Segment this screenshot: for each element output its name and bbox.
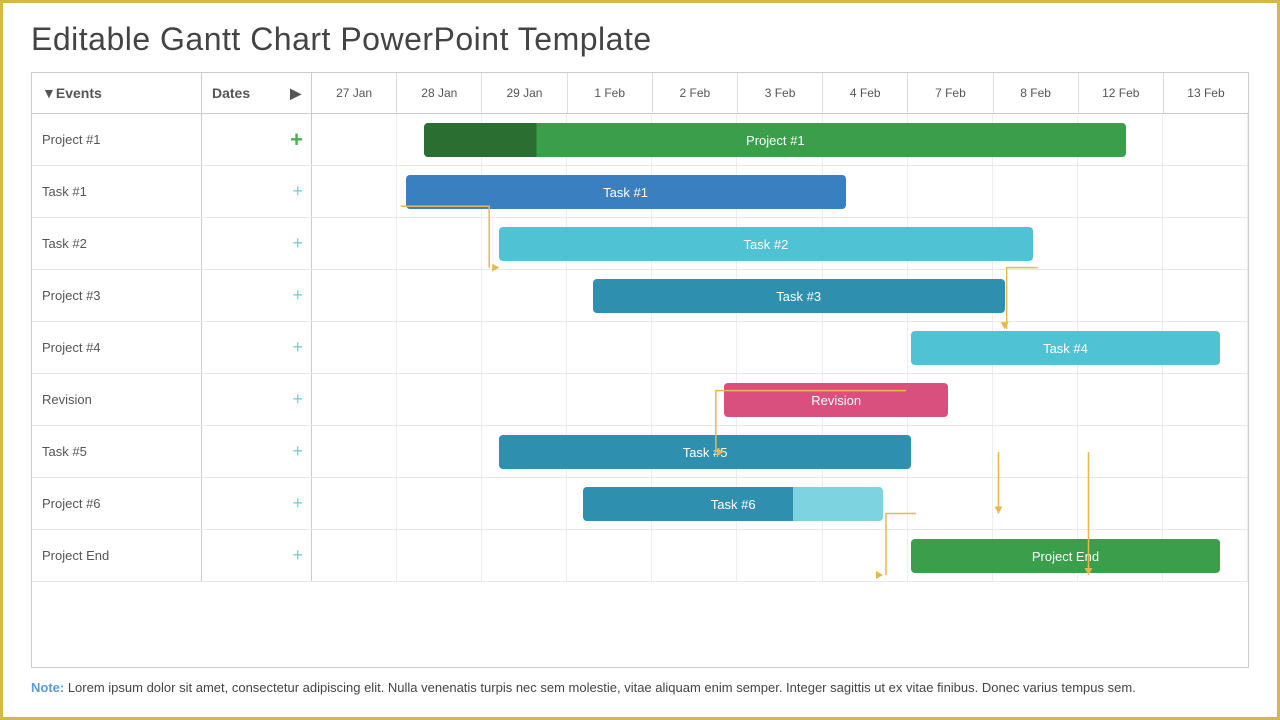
chevron-right-icon: ▶ — [290, 85, 301, 102]
gantt-row: Task #5 + Task #5 — [32, 426, 1248, 478]
gantt-row: Project #6 + Task #6 — [32, 478, 1248, 530]
add-task-button[interactable]: + — [292, 389, 303, 410]
row-event-label: Revision — [32, 374, 202, 425]
row-dates-cell[interactable]: + — [202, 322, 312, 373]
timeline-row: Project End — [312, 530, 1248, 581]
gantt-row: Task #1 + Task #1 — [32, 166, 1248, 218]
add-task-button[interactable]: + — [292, 441, 303, 462]
note-section: Note: Lorem ipsum dolor sit amet, consec… — [31, 678, 1249, 699]
timeline-row: Task #5 — [312, 426, 1248, 477]
add-task-button[interactable]: + — [292, 493, 303, 514]
timeline-date-9: 12 Feb — [1079, 73, 1164, 113]
timeline-header: 27 Jan28 Jan29 Jan1 Feb2 Feb3 Feb4 Feb7 … — [312, 73, 1248, 113]
timeline-date-4: 2 Feb — [653, 73, 738, 113]
gantt-chart: ▼ Events Dates ▶ 27 Jan28 Jan29 Jan1 Feb… — [31, 72, 1249, 668]
row-event-label: Task #2 — [32, 218, 202, 269]
timeline-date-2: 29 Jan — [482, 73, 567, 113]
gantt-body: Project #1+Project #1Task #1+Task #1Task… — [32, 114, 1248, 667]
row-dates-cell[interactable]: + — [202, 166, 312, 217]
add-task-button[interactable]: + — [292, 285, 303, 306]
timeline-row: Task #3 — [312, 270, 1248, 321]
row-dates-cell[interactable]: + — [202, 374, 312, 425]
row-dates-cell[interactable]: + — [202, 218, 312, 269]
chevron-down-icon: ▼ — [42, 85, 56, 101]
gantt-row: Revision + Revision — [32, 374, 1248, 426]
dates-label: Dates — [212, 85, 250, 101]
col-events-header: ▼ Events — [32, 73, 202, 113]
row-event-label: Task #1 — [32, 166, 202, 217]
note-label: Note: — [31, 680, 64, 695]
col-dates-header: Dates ▶ — [202, 73, 312, 113]
timeline-row: Task #2 — [312, 218, 1248, 269]
row-event-label: Project #3 — [32, 270, 202, 321]
timeline-row: Project #1 — [312, 114, 1248, 165]
timeline-date-3: 1 Feb — [568, 73, 653, 113]
timeline-row: Task #4 — [312, 322, 1248, 373]
timeline-row: Revision — [312, 374, 1248, 425]
gantt-row: Project #4 + Task #4 — [32, 322, 1248, 374]
page-title: Editable Gantt Chart PowerPoint Template — [31, 21, 1249, 58]
add-task-button[interactable]: + — [290, 127, 303, 153]
add-task-button[interactable]: + — [292, 181, 303, 202]
add-task-button[interactable]: + — [292, 337, 303, 358]
row-dates-cell[interactable]: + — [202, 530, 312, 581]
row-event-label: Project #1 — [32, 114, 202, 165]
row-event-label: Project #6 — [32, 478, 202, 529]
gantt-row: Project End + Project End — [32, 530, 1248, 582]
timeline-row: Task #6 — [312, 478, 1248, 529]
note-text: Lorem ipsum dolor sit amet, consectetur … — [64, 680, 1136, 695]
timeline-date-8: 8 Feb — [994, 73, 1079, 113]
row-event-label: Project #4 — [32, 322, 202, 373]
events-label: Events — [56, 85, 102, 101]
timeline-date-7: 7 Feb — [908, 73, 993, 113]
row-dates-cell[interactable]: + — [202, 426, 312, 477]
gantt-row: Task #2 + Task #2 — [32, 218, 1248, 270]
timeline-date-0: 27 Jan — [312, 73, 397, 113]
row-dates-cell[interactable]: + — [202, 270, 312, 321]
timeline-date-6: 4 Feb — [823, 73, 908, 113]
gantt-header: ▼ Events Dates ▶ 27 Jan28 Jan29 Jan1 Feb… — [32, 73, 1248, 114]
row-dates-cell[interactable]: + — [202, 114, 312, 165]
timeline-date-1: 28 Jan — [397, 73, 482, 113]
row-dates-cell[interactable]: + — [202, 478, 312, 529]
gantt-row: Project #1 + Project #1 — [32, 114, 1248, 166]
add-task-button[interactable]: + — [292, 233, 303, 254]
gantt-row: Project #3 + Task #3 — [32, 270, 1248, 322]
row-event-label: Task #5 — [32, 426, 202, 477]
row-event-label: Project End — [32, 530, 202, 581]
add-task-button[interactable]: + — [292, 545, 303, 566]
timeline-date-10: 13 Feb — [1164, 73, 1248, 113]
timeline-date-5: 3 Feb — [738, 73, 823, 113]
timeline-row: Task #1 — [312, 166, 1248, 217]
